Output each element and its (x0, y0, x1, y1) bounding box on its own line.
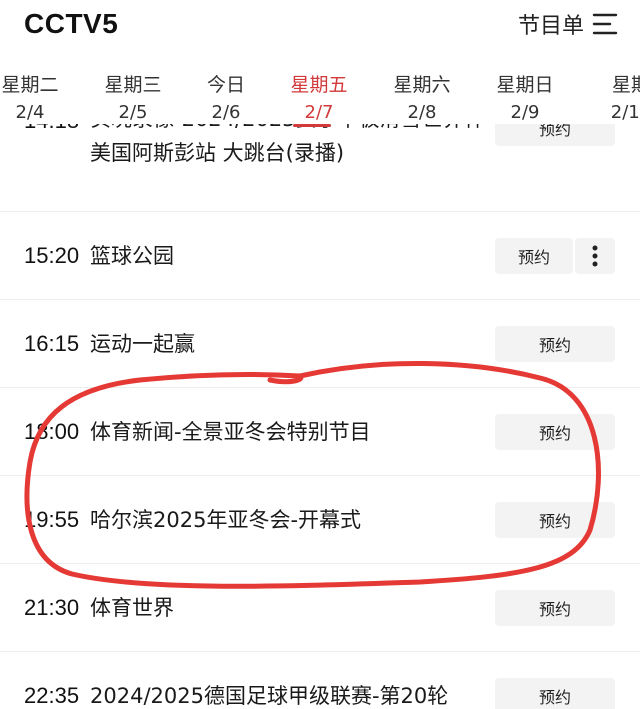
program-row: 14:18 实况录像-2024/2025赛季单板滑雪世界杯 美国阿斯彭站 大跳台… (0, 124, 640, 212)
reserve-button[interactable]: 预约 (495, 326, 615, 362)
vertical-dots-icon (592, 245, 598, 267)
day-tab-name: 星期日 (496, 74, 554, 96)
schedule-button[interactable]: 节目单 (518, 8, 618, 40)
menu-lines-icon (592, 13, 618, 35)
program-title: 2024/2025德国足球甲级联赛-第20轮 (90, 684, 449, 708)
program-title: 篮球公园 (90, 244, 174, 268)
program-time: 16:15 (24, 331, 80, 356)
more-options-button[interactable] (575, 238, 615, 274)
day-tab-name: 今日 (206, 74, 245, 96)
reserve-button[interactable]: 预约 (495, 238, 573, 274)
day-tab-sat[interactable]: 星期六 2/8 (377, 70, 467, 126)
program-title: 体育新闻-全景亚冬会特别节目 (90, 420, 371, 444)
program-time: 19:55 (24, 507, 80, 532)
program-title: 运动一起赢 (90, 332, 195, 356)
day-tab-name: 星期二 (1, 74, 59, 96)
program-title: 实况录像-2024/2025赛季单板滑雪世界杯 美国阿斯彭站 大跳台(录播) (90, 124, 485, 165)
program-time: 15:20 (24, 243, 80, 268)
program-time: 18:00 (24, 419, 80, 444)
program-title: 体育世界 (90, 596, 174, 620)
program-time: 14:18 (24, 124, 79, 134)
program-row: 18:00 体育新闻-全景亚冬会特别节目 预约 (0, 388, 640, 476)
schedule-label: 节目单 (517, 14, 584, 39)
program-row: 19:55 哈尔滨2025年亚冬会-开幕式 预约 (0, 476, 640, 564)
reserve-button[interactable]: 预约 (495, 590, 615, 626)
channel-name: CCTV5 (24, 8, 119, 39)
day-tab-next[interactable]: 星期 2/10 (586, 70, 640, 126)
day-tab-date: 2/6 (211, 102, 241, 123)
day-tab-name: 星期六 (393, 74, 451, 96)
program-row: 16:15 运动一起赢 预约 (0, 300, 640, 388)
program-row: 15:20 篮球公园 预约 (0, 212, 640, 300)
day-tab-today[interactable]: 今日 2/6 (181, 70, 271, 126)
reserve-button[interactable]: 预约 (495, 502, 615, 538)
program-row: 22:35 2024/2025德国足球甲级联赛-第20轮 预约 (0, 652, 640, 709)
day-tab-date: 2/10 (610, 102, 640, 123)
day-tab-tue[interactable]: 星期二 2/4 (0, 70, 75, 126)
day-selector: 星期二 2/4 星期三 2/5 今日 2/6 星期五 2/7 星期六 2/8 星… (0, 70, 640, 130)
program-title: 哈尔滨2025年亚冬会-开幕式 (90, 508, 362, 532)
program-row: 21:30 体育世界 预约 (0, 564, 640, 652)
reserve-button[interactable]: 预约 (495, 124, 615, 146)
program-time: 22:35 (24, 683, 80, 708)
app-header: CCTV5 节目单 (0, 0, 640, 56)
day-tab-date: 2/4 (15, 102, 45, 123)
reserve-button[interactable]: 预约 (495, 678, 615, 709)
day-tab-sun[interactable]: 星期日 2/9 (480, 70, 570, 126)
day-tab-wed[interactable]: 星期三 2/5 (88, 70, 178, 126)
day-tab-date: 2/9 (510, 102, 540, 123)
day-tab-name: 星期 (611, 74, 640, 96)
program-list: 14:18 实况录像-2024/2025赛季单板滑雪世界杯 美国阿斯彭站 大跳台… (0, 124, 640, 709)
program-time: 21:30 (24, 595, 80, 620)
day-tab-name: 星期三 (104, 74, 162, 96)
reserve-button[interactable]: 预约 (495, 414, 615, 450)
active-day-underline (293, 124, 331, 127)
day-tab-name: 星期五 (290, 74, 348, 96)
day-tab-fri[interactable]: 星期五 2/7 (274, 70, 364, 126)
day-tab-date: 2/7 (304, 102, 334, 123)
day-tab-date: 2/5 (118, 102, 148, 123)
day-tab-date: 2/8 (407, 102, 437, 123)
